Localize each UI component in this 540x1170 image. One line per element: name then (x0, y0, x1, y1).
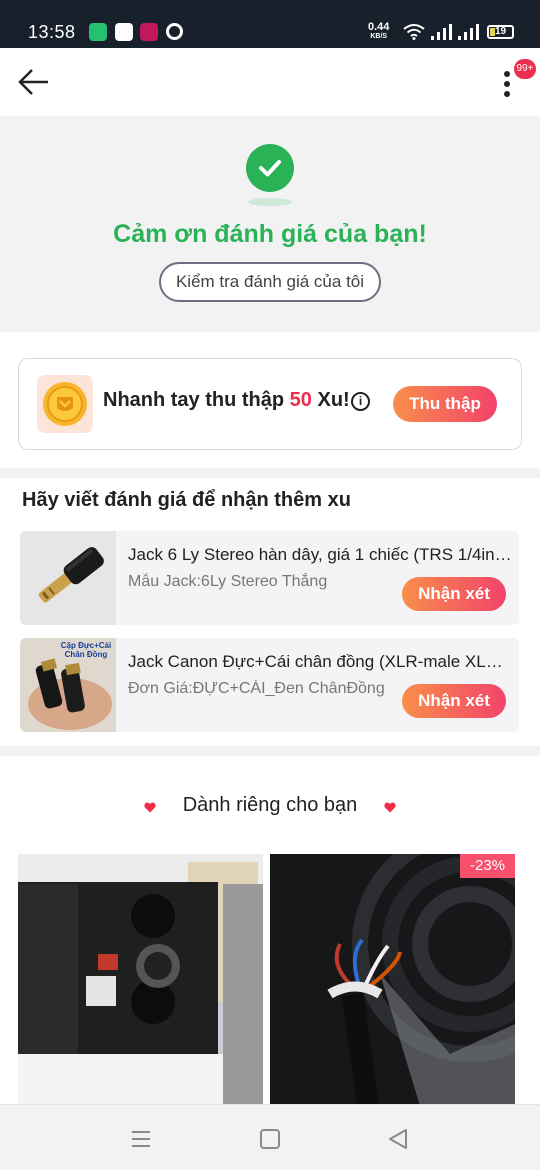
product-card[interactable]: Cặp Đực+Cái Chân Đồng Jack Canon Đực+Cái… (20, 638, 519, 732)
success-title: Cảm ơn đánh giá của bạn! (113, 220, 427, 248)
system-nav-bar (0, 1104, 540, 1170)
write-review-button[interactable]: Nhận xét (402, 684, 506, 718)
check-my-review-button[interactable]: Kiểm tra đánh giá của tôi (159, 262, 381, 302)
for-you-title: Dành riêng cho bạn (182, 794, 358, 816)
status-bar: 13:58 0.44 KB/S 19 (0, 0, 540, 48)
menu-icon[interactable] (129, 1127, 153, 1151)
review-more-title: Hãy viết đánh giá để nhận thêm xu (22, 489, 351, 511)
shopee-icon (115, 23, 133, 41)
coin-card: Nhanh tay thu thập 50 Xu! i Thu thập (18, 358, 522, 450)
product-image-caption: Cặp Đực+Cái Chân Đồng (60, 641, 112, 659)
heart-icon (384, 802, 396, 813)
collect-coins-button[interactable]: Thu thập (393, 386, 497, 422)
coin-icon (37, 375, 93, 433)
for-you-section: Dành riêng cho bạn -23% (0, 756, 540, 1106)
review-success-section: Cảm ơn đánh giá của bạn! Kiểm tra đánh g… (0, 116, 540, 332)
back-arrow-icon[interactable] (16, 66, 52, 98)
write-review-button[interactable]: Nhận xét (402, 577, 506, 611)
review-more-section: Hãy viết đánh giá để nhận thêm xu Jack 6… (0, 478, 540, 746)
coin-section: Nhanh tay thu thập 50 Xu! i Thu thập (0, 332, 540, 468)
product-tile[interactable]: -23% (270, 854, 515, 1106)
signal-icon (431, 24, 452, 40)
check-shadow (248, 198, 292, 206)
back-triangle-icon[interactable] (386, 1127, 410, 1151)
coin-text: Nhanh tay thu thập 50 Xu! (103, 389, 350, 411)
product-card[interactable]: Jack 6 Ly Stereo hàn dây, giá 1 chiếc (T… (20, 531, 519, 625)
notification-badge: 99+ (514, 59, 536, 79)
product-variant: Đơn Giá:ĐỰC+CÁI_Đen ChânĐồng (128, 680, 385, 697)
discount-badge: -23% (460, 854, 515, 878)
chrome-icon (166, 23, 183, 40)
product-name: Jack Canon Đực+Cái chân đồng (XLR-male X… (128, 652, 512, 671)
home-icon[interactable] (258, 1127, 282, 1151)
info-icon[interactable]: i (351, 392, 370, 411)
product-tile[interactable] (18, 854, 263, 1106)
check-circle-icon (246, 144, 294, 192)
status-time: 13:58 (28, 22, 76, 42)
product-image (20, 531, 116, 625)
network-speed: 0.44 KB/S (368, 21, 390, 41)
sale-app-icon (140, 23, 158, 41)
product-variant: Mẫu Jack:6Ly Stereo Thẳng (128, 573, 328, 590)
app-bar (0, 48, 540, 116)
signal-icon (458, 24, 479, 40)
product-name: Jack 6 Ly Stereo hàn dây, giá 1 chiếc (T… (128, 545, 512, 564)
wifi-icon (403, 24, 425, 40)
chat-app-icon (89, 23, 107, 41)
product-image: Cặp Đực+Cái Chân Đồng (20, 638, 116, 732)
battery-icon: 19 (487, 25, 514, 39)
